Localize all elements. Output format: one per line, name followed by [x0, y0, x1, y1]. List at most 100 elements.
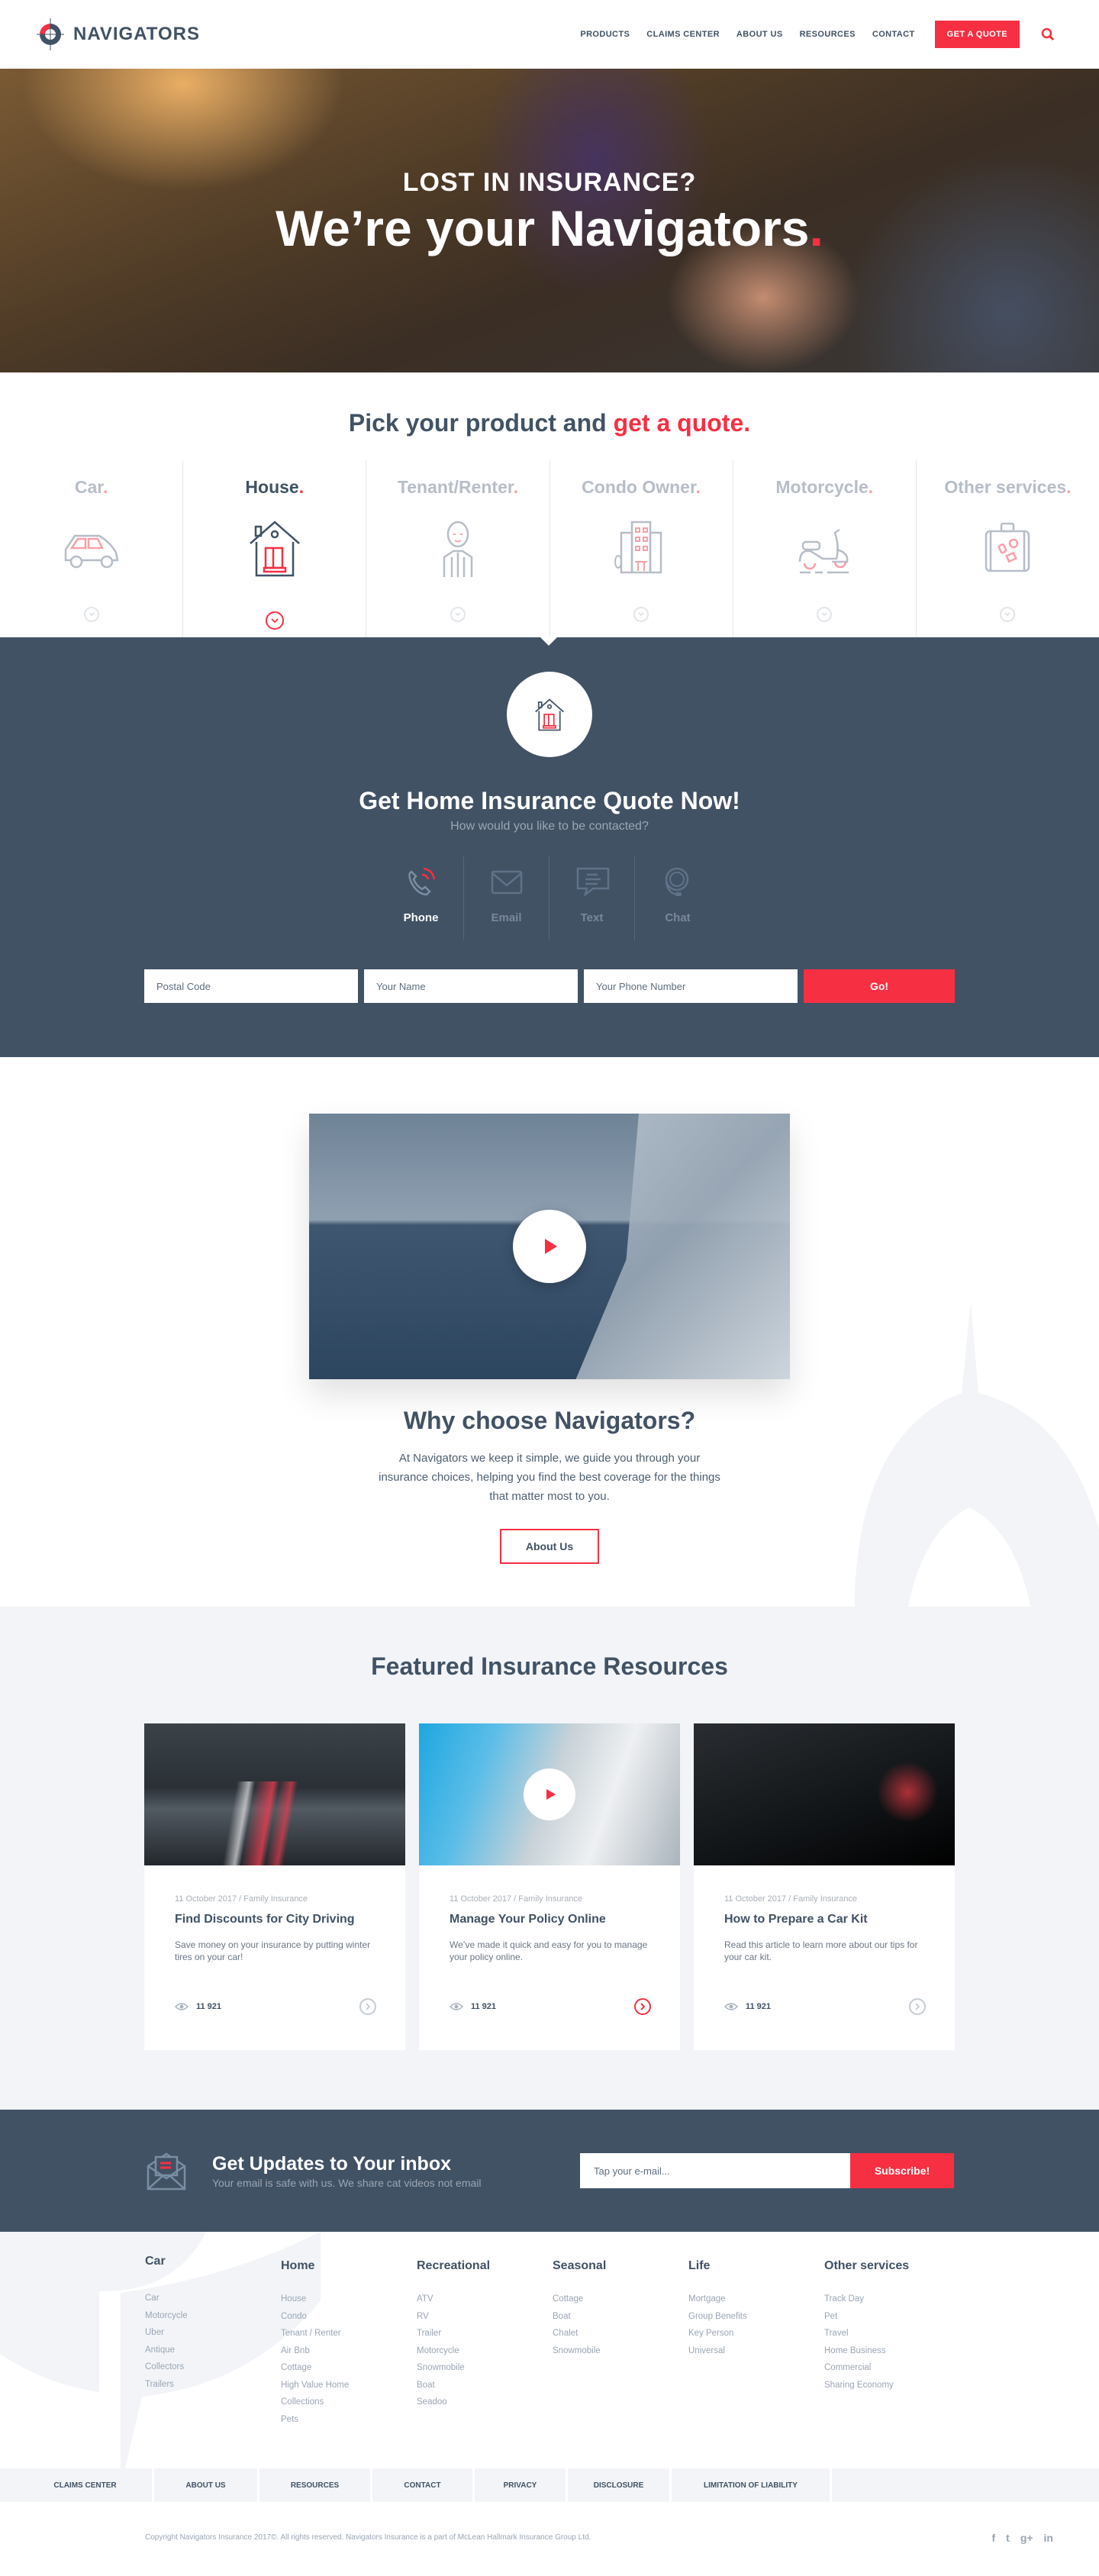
contact-option-chat[interactable]: Chat: [635, 856, 720, 940]
footer-link[interactable]: Uber: [145, 2328, 281, 2337]
contact-option-text[interactable]: Text: [550, 856, 635, 940]
footer-link[interactable]: Group Benefits: [688, 2312, 824, 2321]
why-body: At Navigators we keep it simple, we guid…: [379, 1452, 720, 1503]
footer-link[interactable]: Boat: [417, 2381, 553, 2390]
chevron-right-circle-icon[interactable]: [909, 1998, 926, 2015]
card-title[interactable]: Manage Your Policy Online: [450, 1913, 649, 1926]
footer-link[interactable]: Collections: [281, 2397, 417, 2407]
footer-link[interactable]: Cottage: [553, 2294, 688, 2304]
play-button[interactable]: [524, 1768, 575, 1820]
resource-card[interactable]: 11 October 2017 / Family Insurance Manag…: [419, 1723, 680, 2050]
chevron-down-circle-icon[interactable]: [817, 607, 833, 622]
footer-link[interactable]: Tenant / Renter: [281, 2329, 417, 2338]
footer-nav-privacy[interactable]: PRIVACY: [475, 2468, 568, 2502]
footer-link[interactable]: Cottage: [281, 2363, 417, 2372]
footer-link[interactable]: House: [281, 2294, 417, 2304]
product-tab-tenant-renter[interactable]: Tenant/Renter.: [366, 460, 550, 637]
footer-link[interactable]: Snowmobile: [417, 2363, 553, 2372]
view-count-value: 11 921: [471, 2002, 497, 2011]
card-meta: 11 October 2017 / Family Insurance: [175, 1894, 308, 1904]
footer-link[interactable]: Key Person: [688, 2329, 824, 2338]
chevron-down-circle-icon[interactable]: [450, 607, 466, 622]
nav-about-us[interactable]: ABOUT US: [736, 30, 783, 39]
nav-resources[interactable]: RESOURCES: [800, 30, 856, 39]
footer-link[interactable]: Collectors: [145, 2362, 281, 2371]
subscribe-button[interactable]: Subscribe!: [850, 2153, 954, 2188]
logo[interactable]: NAVIGATORS: [37, 17, 200, 52]
postal-code-input[interactable]: [144, 969, 358, 1003]
footer-link[interactable]: Antique: [145, 2345, 281, 2355]
card-title[interactable]: How to Prepare a Car Kit: [724, 1913, 924, 1926]
footer-link[interactable]: Travel: [824, 2329, 960, 2338]
footer-link[interactable]: Mortgage: [688, 2294, 824, 2304]
resource-card[interactable]: 11 October 2017 / Family Insurance How t…: [694, 1723, 955, 2050]
nav-claims-center[interactable]: CLAIMS CENTER: [646, 30, 720, 39]
footer-link[interactable]: Pets: [281, 2415, 417, 2424]
footer-nav-about-us[interactable]: ABOUT US: [154, 2468, 259, 2502]
name-input[interactable]: [364, 969, 578, 1003]
footer-nav-limitation-of-liability[interactable]: LIMITATION OF LIABILITY: [672, 2468, 832, 2502]
footer-link[interactable]: Trailers: [145, 2380, 281, 2389]
play-icon: [545, 1239, 557, 1254]
footer-link[interactable]: Motorcycle: [145, 2311, 281, 2320]
footer-link[interactable]: Condo: [281, 2312, 417, 2321]
contact-option-email[interactable]: Email: [464, 856, 550, 940]
go-button[interactable]: Go!: [804, 969, 955, 1003]
active-tab-pointer: [540, 637, 558, 646]
product-tab-other-services[interactable]: Other services.: [917, 460, 1099, 637]
footer-link[interactable]: Motorcycle: [417, 2346, 553, 2355]
footer-link[interactable]: Sharing Economy: [824, 2381, 960, 2390]
nav-products[interactable]: PRODUCTS: [580, 30, 630, 39]
footer-link[interactable]: RV: [417, 2312, 553, 2321]
chevron-right-circle-icon[interactable]: [634, 1998, 651, 2015]
google-plus-icon[interactable]: g+: [1020, 2532, 1033, 2544]
phone-number-input[interactable]: [584, 969, 798, 1003]
product-tab-motorcycle[interactable]: Motorcycle.: [733, 460, 917, 637]
footer-link[interactable]: ATV: [417, 2294, 553, 2304]
view-count: 11 921: [724, 2002, 771, 2011]
twitter-icon[interactable]: t: [1006, 2532, 1010, 2544]
chevron-down-circle-icon[interactable]: [83, 607, 99, 622]
footer-link[interactable]: Air Bnb: [281, 2346, 417, 2355]
footer-column-title: Other services: [824, 2259, 910, 2272]
nav-contact[interactable]: CONTACT: [872, 30, 915, 39]
chevron-down-circle-icon[interactable]: [265, 611, 284, 630]
video-player[interactable]: [309, 1114, 790, 1379]
footer-nav-contact[interactable]: CONTACT: [372, 2468, 475, 2502]
chevron-down-circle-icon[interactable]: [633, 607, 649, 622]
chevron-down-circle-icon[interactable]: [1000, 607, 1016, 622]
resource-card[interactable]: 11 October 2017 / Family Insurance Find …: [144, 1723, 405, 2050]
footer-link[interactable]: Track Day: [824, 2294, 960, 2304]
chevron-right-circle-icon[interactable]: [359, 1998, 376, 2015]
footer-link[interactable]: High Value Home: [281, 2381, 417, 2390]
footer-link[interactable]: Boat: [553, 2312, 688, 2321]
footer-link[interactable]: Snowmobile: [553, 2346, 688, 2355]
footer-link[interactable]: Seadoo: [417, 2397, 553, 2407]
footer-nav-disclosure[interactable]: DISCLOSURE: [568, 2468, 672, 2502]
contact-option-phone[interactable]: Phone: [379, 856, 464, 940]
play-button[interactable]: [513, 1210, 586, 1283]
get-a-quote-button[interactable]: GET A QUOTE: [934, 21, 1020, 48]
about-us-button[interactable]: About Us: [500, 1529, 599, 1564]
footer-link[interactable]: Home Business: [824, 2346, 960, 2355]
card-title[interactable]: Find Discounts for City Driving: [175, 1913, 375, 1926]
footer-column-title: Home: [281, 2259, 315, 2272]
footer-nav-resources[interactable]: RESOURCES: [259, 2468, 372, 2502]
footer-link[interactable]: Pet: [824, 2312, 960, 2321]
footer-nav-claims-center[interactable]: CLAIMS CENTER: [0, 2468, 154, 2502]
footer-link[interactable]: Universal: [688, 2346, 824, 2355]
newsletter-email-input[interactable]: [580, 2153, 850, 2188]
headset-icon: [665, 867, 689, 896]
facebook-icon[interactable]: f: [991, 2532, 995, 2544]
search-icon[interactable]: [1041, 27, 1055, 41]
linkedin-icon[interactable]: in: [1044, 2532, 1053, 2544]
footer-link[interactable]: Chalet: [553, 2329, 688, 2338]
footer-link[interactable]: Commercial: [824, 2363, 960, 2372]
product-tab-condo-owner[interactable]: Condo Owner.: [550, 460, 733, 637]
footer-link[interactable]: Car: [145, 2294, 281, 2303]
product-tab-house[interactable]: House.: [183, 460, 367, 637]
heading-accent: get a quote.: [613, 409, 751, 437]
product-label-text: Motorcycle: [775, 477, 869, 497]
product-tab-car[interactable]: Car.: [0, 460, 184, 637]
footer-link[interactable]: Trailer: [417, 2329, 553, 2338]
